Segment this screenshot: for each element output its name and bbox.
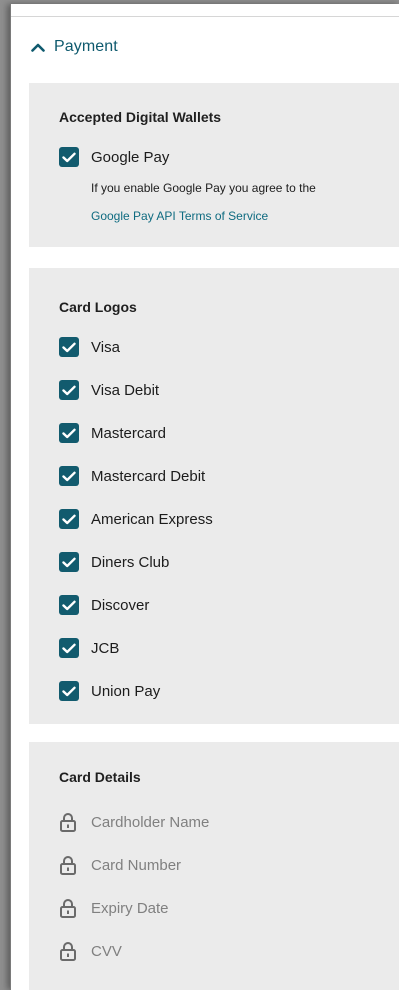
detail-label: Cardholder Name xyxy=(91,813,210,831)
checkbox-union-pay[interactable]: Union Pay xyxy=(59,681,160,701)
checkbox-mastercard[interactable]: Mastercard xyxy=(59,423,166,443)
section-title: Card Logos xyxy=(59,299,137,315)
checkbox-checked-icon xyxy=(59,466,79,486)
checkbox-label: Diners Club xyxy=(91,553,170,571)
digital-wallets-section: Accepted Digital Wallets Google Pay If y… xyxy=(29,83,399,247)
checkbox-diners-club[interactable]: Diners Club xyxy=(59,552,169,572)
detail-expiry-date: Expiry Date xyxy=(59,898,169,918)
checkbox-visa-debit[interactable]: Visa Debit xyxy=(59,380,159,400)
lock-icon xyxy=(60,856,76,875)
checkbox-discover[interactable]: Discover xyxy=(59,595,149,615)
checkbox-checked-icon xyxy=(59,423,79,443)
checkbox-checked-icon xyxy=(59,147,79,167)
detail-cardholder-name: Cardholder Name xyxy=(59,812,209,832)
checkbox-label: JCB xyxy=(91,639,120,657)
checkbox-checked-icon xyxy=(59,337,79,357)
checkbox-checked-icon xyxy=(59,509,79,529)
checkbox-label: Union Pay xyxy=(91,682,161,700)
checkbox-checked-icon xyxy=(59,380,79,400)
checkbox-mastercard-debit[interactable]: Mastercard Debit xyxy=(59,466,205,486)
google-pay-note: If you enable Google Pay you agree to th… xyxy=(91,181,316,195)
checkbox-label: Mastercard Debit xyxy=(91,467,206,485)
detail-card-number: Card Number xyxy=(59,855,181,875)
payment-panel: Payment Accepted Digital Wallets Google … xyxy=(10,4,399,990)
checkbox-label: Visa Debit xyxy=(91,381,160,399)
checkbox-label: Discover xyxy=(91,596,150,614)
checkbox-label: Google Pay xyxy=(91,148,170,166)
detail-label: CVV xyxy=(91,942,122,960)
card-logos-section: Card Logos Visa Visa Debit Mastercard Ma… xyxy=(29,268,399,724)
checkbox-label: American Express xyxy=(91,510,213,528)
lock-icon xyxy=(60,942,76,961)
section-title: Accepted Digital Wallets xyxy=(59,109,222,125)
checkbox-google-pay[interactable]: Google Pay xyxy=(59,147,169,167)
section-title: Card Details xyxy=(59,769,141,785)
card-details-section: Card Details Cardholder Name Card Number… xyxy=(29,742,399,990)
checkbox-checked-icon xyxy=(59,681,79,701)
payment-section-toggle[interactable]: Payment xyxy=(31,38,118,56)
lock-icon xyxy=(60,899,76,918)
checkbox-jcb[interactable]: JCB xyxy=(59,638,119,658)
checkbox-visa[interactable]: Visa xyxy=(59,337,120,357)
google-pay-terms-link[interactable]: Google Pay API Terms of Service xyxy=(91,209,268,223)
chevron-up-icon xyxy=(31,43,45,52)
detail-cvv: CVV xyxy=(59,941,122,961)
lock-icon xyxy=(60,813,76,832)
checkbox-checked-icon xyxy=(59,595,79,615)
checkbox-checked-icon xyxy=(59,552,79,572)
detail-label: Card Number xyxy=(91,856,182,874)
checkbox-american-express[interactable]: American Express xyxy=(59,509,213,529)
checkbox-checked-icon xyxy=(59,638,79,658)
detail-label: Expiry Date xyxy=(91,899,169,917)
checkbox-label: Mastercard xyxy=(91,424,167,442)
checkbox-label: Visa xyxy=(91,338,120,356)
divider xyxy=(11,16,399,17)
payment-section-title: Payment xyxy=(54,38,118,55)
